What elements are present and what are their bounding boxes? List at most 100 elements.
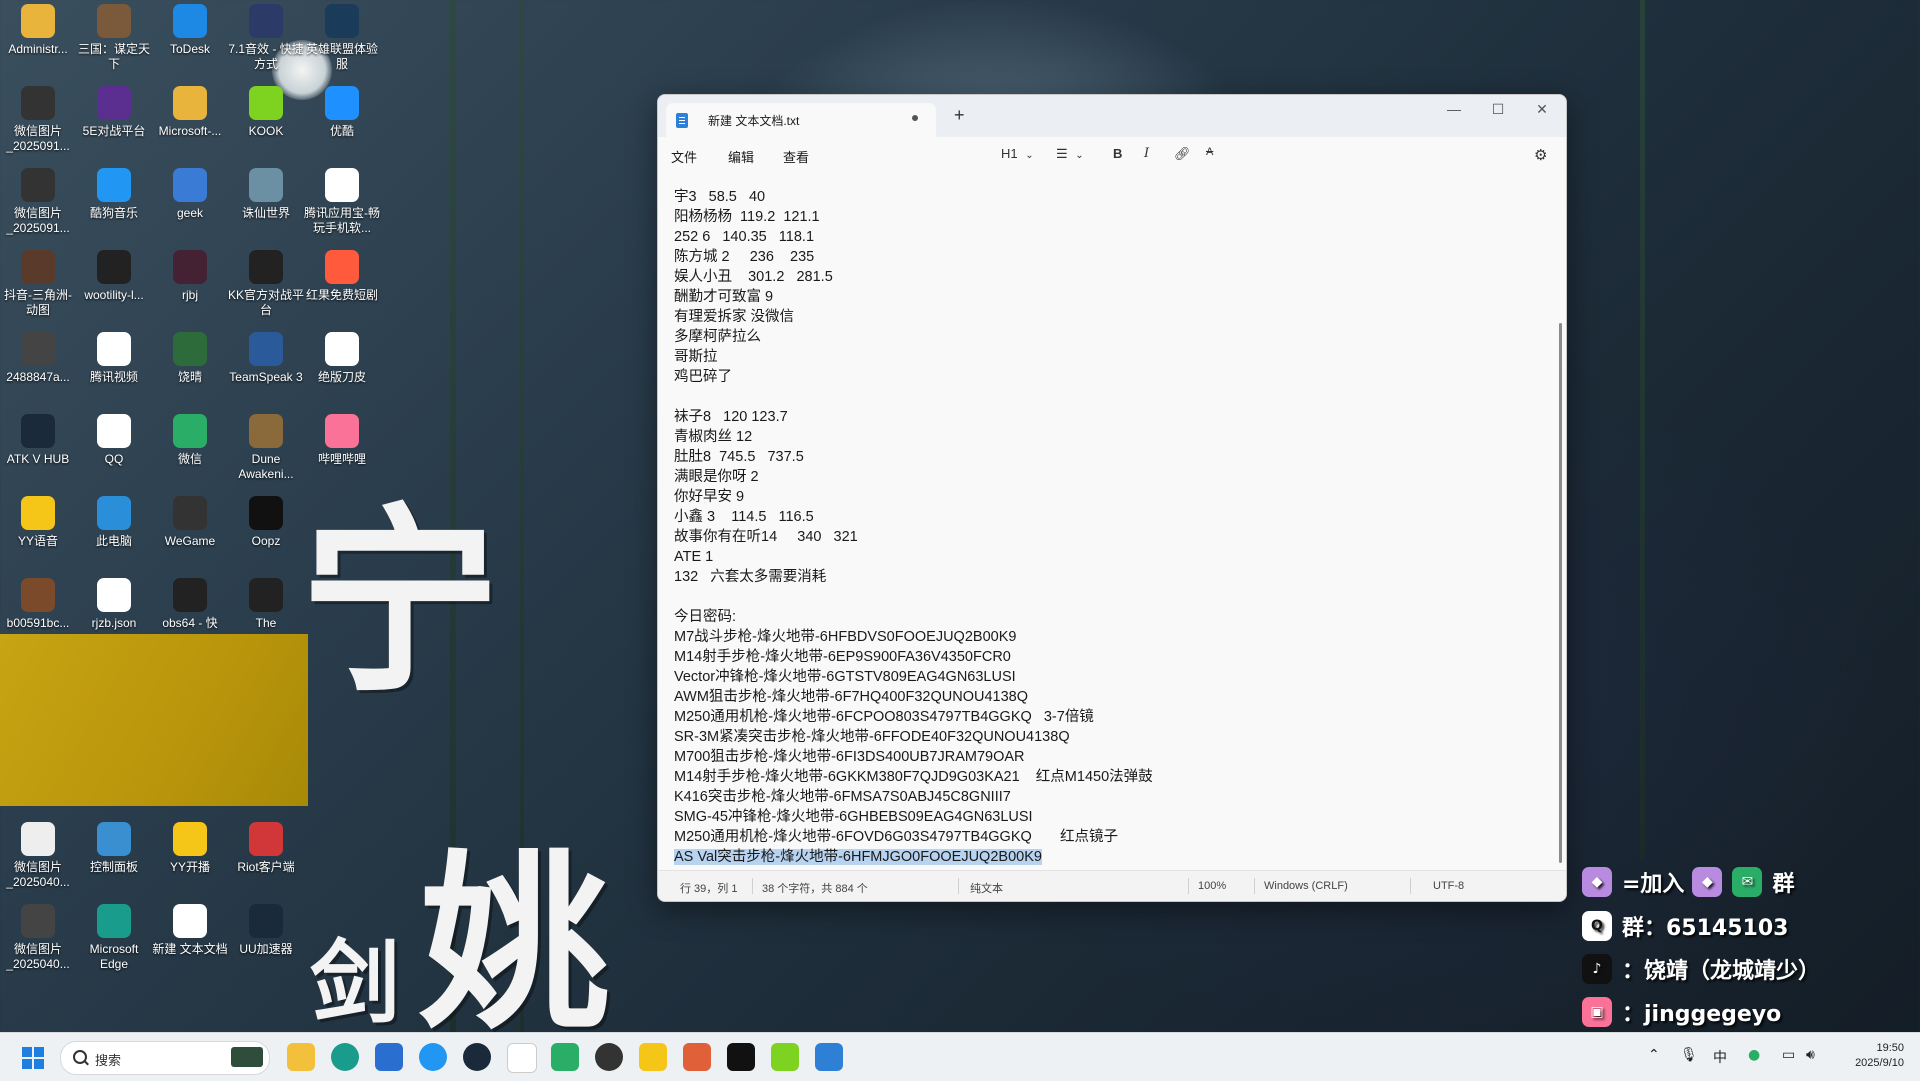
desktop-icon[interactable]: 新建 文本文档 xyxy=(152,904,228,957)
bold-button[interactable]: B xyxy=(1113,146,1122,161)
desktop-icon[interactable]: 腾讯应用宝-畅玩手机软... xyxy=(304,168,380,236)
store-icon[interactable] xyxy=(375,1043,403,1071)
file-explorer-icon[interactable] xyxy=(287,1043,315,1071)
text-line[interactable]: 宇3 58.5 40 xyxy=(674,187,1153,207)
edge-icon[interactable] xyxy=(331,1043,359,1071)
desktop-icon[interactable]: 优酷 xyxy=(304,86,380,139)
kook-icon[interactable] xyxy=(771,1043,799,1071)
desktop-icon[interactable]: QQ xyxy=(76,414,152,467)
text-line[interactable]: 小鑫 3 114.5 116.5 xyxy=(674,507,1153,527)
text-line[interactable]: 肚肚8 745.5 737.5 xyxy=(674,447,1153,467)
text-line[interactable] xyxy=(674,587,1153,607)
text-line[interactable]: M14射手步枪-烽火地带-6GKKM380F7QJD9G03KA21 红点M14… xyxy=(674,767,1153,787)
desktop-icon[interactable]: Oopz xyxy=(228,496,304,549)
yy-icon[interactable] xyxy=(639,1043,667,1071)
desktop-icon[interactable]: 微信图片_2025040... xyxy=(0,904,76,972)
wegame-icon[interactable] xyxy=(595,1043,623,1071)
wechat-tray-icon[interactable]: ● xyxy=(1748,1047,1760,1063)
editor-content[interactable]: 宇3 58.5 40 阳杨杨杨 119.2 121.1 252 6 140.35 1… xyxy=(674,187,1153,867)
text-line[interactable]: 哥斯拉 xyxy=(674,347,1153,367)
text-line[interactable]: M250通用机枪-烽火地带-6FCPOO803S4797TB4GGKQ 3-7倍… xyxy=(674,707,1153,727)
heading-dropdown[interactable]: H1 ⌄ xyxy=(1001,146,1034,161)
desktop-icon[interactable]: 微信 xyxy=(152,414,228,467)
desktop-icon[interactable]: 微信图片_2025040... xyxy=(0,822,76,890)
italic-button[interactable]: I xyxy=(1144,146,1149,161)
desktop-icon[interactable]: rjzb.json xyxy=(76,578,152,631)
text-line[interactable]: ATE 1 xyxy=(674,547,1153,567)
desktop-icon[interactable]: UU加速器 xyxy=(228,904,304,957)
desktop-icon[interactable]: Dune Awakeni... xyxy=(228,414,304,482)
wechat-icon[interactable] xyxy=(551,1043,579,1071)
desktop-icon[interactable]: Microsoft Edge xyxy=(76,904,152,972)
text-line[interactable]: 多摩柯萨拉么 xyxy=(674,327,1153,347)
close-button[interactable]: ✕ xyxy=(1520,101,1564,118)
new-tab-button[interactable]: + xyxy=(954,105,965,126)
text-line[interactable]: 132 六套太多需要消耗 xyxy=(674,567,1153,587)
desktop-icon[interactable]: 哔哩哔哩 xyxy=(304,414,380,467)
desktop-icon[interactable]: 微信图片_2025091... xyxy=(0,86,76,154)
text-line[interactable]: 252 6 140.35 118.1 xyxy=(674,227,1153,247)
text-format[interactable]: 纯文本 xyxy=(970,880,1003,896)
settings-gear-icon[interactable]: ⚙ xyxy=(1534,146,1547,164)
tab-document[interactable]: 新建 文本文档.txt xyxy=(666,103,936,137)
desktop-icon[interactable]: 7.1音效 - 快捷方式 xyxy=(228,4,304,72)
text-line[interactable]: Vector冲锋枪-烽火地带-6GTSTV809EAG4GN63LUSI xyxy=(674,667,1153,687)
desktop-icon[interactable]: Administr... xyxy=(0,4,76,57)
network-icon[interactable]: ▭ xyxy=(1782,1047,1795,1063)
ime-indicator[interactable]: 中 xyxy=(1713,1047,1727,1067)
vertical-scrollbar[interactable] xyxy=(1559,323,1562,863)
desktop-icon[interactable]: ATK V HUB xyxy=(0,414,76,467)
text-line[interactable]: 阳杨杨杨 119.2 121.1 xyxy=(674,207,1153,227)
line-ending[interactable]: Windows (CRLF) xyxy=(1264,880,1348,892)
volume-icon[interactable]: 🔊︎ xyxy=(1806,1047,1815,1063)
text-editor[interactable]: 宇3 58.5 40 阳杨杨杨 119.2 121.1 252 6 140.35 1… xyxy=(658,173,1566,871)
text-line[interactable]: M700狙击步枪-烽火地带-6FI3DS400UB7JRAM79OAR xyxy=(674,747,1153,767)
desktop-icon[interactable]: Microsoft-... xyxy=(152,86,228,139)
text-line[interactable]: 陈方城 2 236 235 xyxy=(674,247,1153,267)
atk-icon[interactable] xyxy=(463,1043,491,1071)
microphone-icon[interactable]: 🎙︎ xyxy=(1680,1047,1698,1063)
unsaved-indicator-icon[interactable] xyxy=(912,115,918,121)
desktop-icon[interactable]: 控制面板 xyxy=(76,822,152,875)
desktop-icon[interactable]: 绝版刀皮 xyxy=(304,332,380,385)
menu-edit[interactable]: 编辑 xyxy=(728,147,754,166)
desktop-icon[interactable]: rjbj xyxy=(152,250,228,303)
desktop-icon[interactable]: 此电脑 xyxy=(76,496,152,549)
text-line[interactable]: M7战斗步枪-烽火地带-6HFBDVS0FOOEJUQ2B00K9 xyxy=(674,627,1153,647)
desktop-icon[interactable]: 红果免费短剧 xyxy=(304,250,380,303)
qq-icon[interactable] xyxy=(507,1043,537,1073)
desktop-icon[interactable]: 酷狗音乐 xyxy=(76,168,152,221)
desktop-icon[interactable]: b00591bc... xyxy=(0,578,76,631)
text-line[interactable]: 有理爱拆家 没微信 xyxy=(674,307,1153,327)
text-line[interactable]: 青椒肉丝 12 xyxy=(674,427,1153,447)
desktop-icon[interactable]: geek xyxy=(152,168,228,221)
desktop-icon[interactable]: TeamSpeak 3 xyxy=(228,332,304,385)
minimize-button[interactable]: — xyxy=(1432,101,1476,117)
desktop-icon[interactable]: KK官方对战平台 xyxy=(228,250,304,318)
desktop-icon[interactable]: 腾讯视频 xyxy=(76,332,152,385)
zoom-level[interactable]: 100% xyxy=(1198,880,1226,892)
text-line[interactable]: 今日密码: xyxy=(674,607,1153,627)
desktop-icon[interactable]: 诛仙世界 xyxy=(228,168,304,221)
text-line[interactable]: 你好早安 9 xyxy=(674,487,1153,507)
desktop-icon[interactable]: YY开播 xyxy=(152,822,228,875)
kugou-icon[interactable] xyxy=(419,1043,447,1071)
desktop-icon[interactable]: 5E对战平台 xyxy=(76,86,152,139)
desktop-icon[interactable]: Riot客户端 xyxy=(228,822,304,875)
desktop-icon[interactable]: KOOK xyxy=(228,86,304,139)
text-line[interactable]: M14射手步枪-烽火地带-6EP9S900FA36V4350FCR0 xyxy=(674,647,1153,667)
desktop-icon[interactable]: wootility-l... xyxy=(76,250,152,303)
text-line[interactable]: AWM狙击步枪-烽火地带-6F7HQ400F32QUNOU4138Q xyxy=(674,687,1153,707)
text-line[interactable]: K416突击步枪-烽火地带-6FMSA7S0ABJ45C8GNIII7 xyxy=(674,787,1153,807)
desktop-icon[interactable]: 抖音-三角洲-动图 xyxy=(0,250,76,318)
encoding[interactable]: UTF-8 xyxy=(1433,880,1464,892)
text-line[interactable]: 袜子8 120 123.7 xyxy=(674,407,1153,427)
game-icon[interactable] xyxy=(727,1043,755,1071)
link-icon[interactable]: 🔗︎ xyxy=(1174,146,1191,162)
desktop-icon[interactable]: 2488847a... xyxy=(0,332,76,385)
menu-view[interactable]: 查看 xyxy=(783,147,809,166)
desktop-icon[interactable]: The xyxy=(228,578,304,631)
text-line[interactable]: 酬勤才可致富 9 xyxy=(674,287,1153,307)
list-dropdown[interactable]: ☰ ⌄ xyxy=(1056,146,1084,162)
notepad-icon[interactable] xyxy=(815,1043,843,1071)
